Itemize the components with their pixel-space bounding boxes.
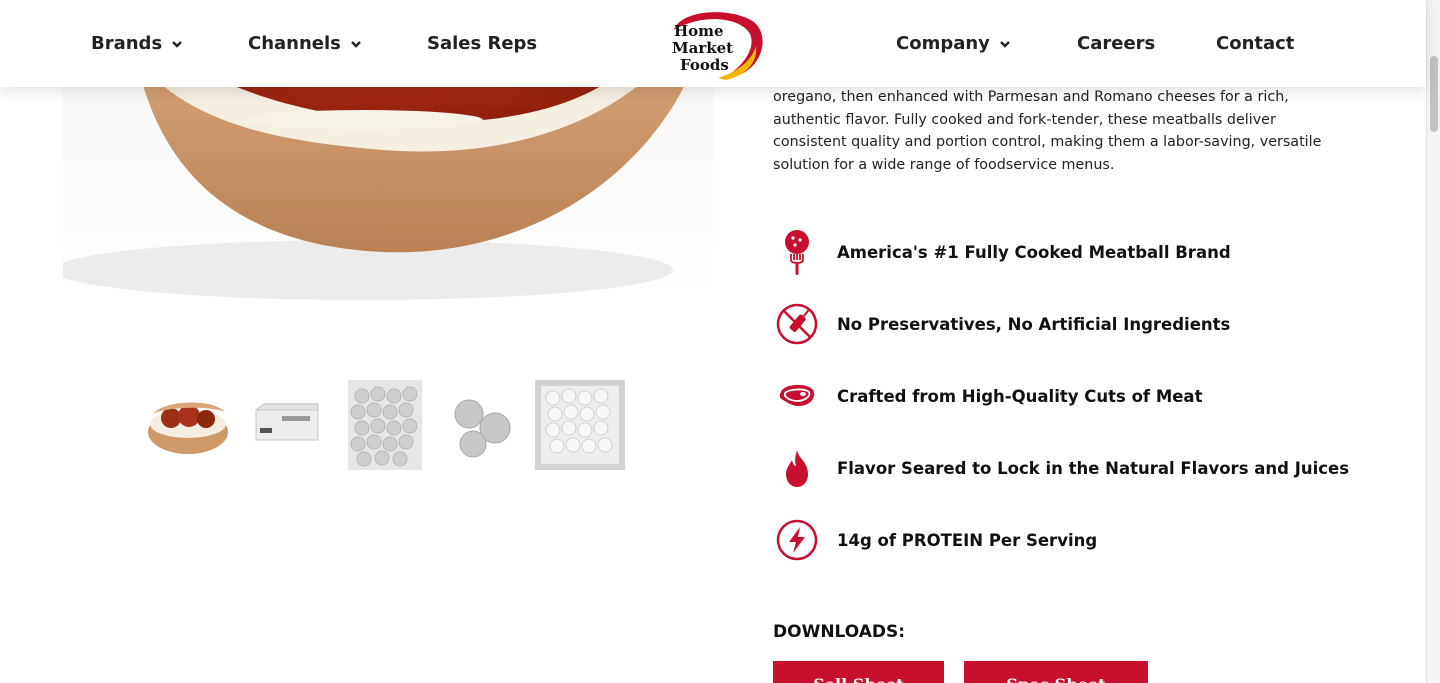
meatball-fork-icon — [773, 228, 821, 276]
feature-item: Crafted from High-Quality Cuts of Meat — [773, 371, 1373, 421]
nav-channels[interactable]: Channels — [248, 33, 363, 54]
downloads-heading: DOWNLOADS: — [773, 622, 906, 642]
nav-contact[interactable]: Contact — [1216, 33, 1294, 54]
logo-line-foods: Foods — [680, 56, 729, 74]
steak-icon — [773, 372, 821, 420]
no-preservatives-icon — [773, 300, 821, 348]
page-scrollbar[interactable] — [1426, 0, 1440, 683]
feature-item: No Preservatives, No Artificial Ingredie… — [773, 299, 1373, 349]
spec-sheet-label: Spec Sheet — [1006, 675, 1105, 683]
home-market-foods-logo[interactable]: Home Market Foods — [660, 8, 766, 80]
nav-company-label: Company — [896, 33, 990, 54]
thumbnail-meatballs-loose[interactable] — [437, 380, 527, 470]
nav-careers-label: Careers — [1077, 33, 1156, 54]
feature-item: America's #1 Fully Cooked Meatball Brand — [773, 227, 1373, 277]
feature-text: Flavor Seared to Lock in the Natural Fla… — [837, 458, 1350, 478]
spec-sheet-button[interactable]: Spec Sheet — [964, 661, 1148, 683]
nav-careers[interactable]: Careers — [1077, 33, 1155, 54]
flame-icon — [773, 444, 821, 492]
feature-text: America's #1 Fully Cooked Meatball Brand — [837, 242, 1231, 262]
nav-company[interactable]: Company — [896, 33, 1012, 54]
thumbnail-meatballs-case[interactable] — [535, 380, 625, 470]
thumbnail-sandwich[interactable] — [143, 380, 233, 470]
feature-item: Flavor Seared to Lock in the Natural Fla… — [773, 443, 1373, 493]
scrollbar-thumb[interactable] — [1430, 56, 1438, 132]
logo-line-home: Home — [674, 22, 724, 40]
site-header: Brands Channels Sales Reps Home Market F… — [0, 0, 1426, 87]
nav-channels-label: Channels — [248, 33, 341, 54]
sell-sheet-button[interactable]: Sell Sheet — [773, 661, 944, 683]
feature-text: Crafted from High-Quality Cuts of Meat — [837, 386, 1203, 406]
product-description: oregano, then enhanced with Parmesan and… — [773, 89, 1322, 173]
nav-sales-reps-label: Sales Reps — [427, 33, 538, 54]
chevron-down-icon — [1000, 40, 1010, 48]
lightning-bolt-icon — [773, 516, 821, 564]
nav-sales-reps[interactable]: Sales Reps — [427, 33, 537, 54]
nav-brands-label: Brands — [91, 33, 163, 54]
feature-text: 14g of PROTEIN Per Serving — [837, 530, 1098, 550]
chevron-down-icon — [172, 40, 183, 48]
feature-item: 14g of PROTEIN Per Serving — [773, 515, 1373, 565]
thumbnail-meatballs-bag[interactable] — [340, 380, 430, 470]
sell-sheet-label: Sell Sheet — [813, 675, 903, 683]
thumbnail-case-box[interactable] — [242, 380, 332, 470]
logo-line-market: Market — [672, 39, 733, 57]
chevron-down-icon — [351, 40, 361, 48]
feature-text: No Preservatives, No Artificial Ingredie… — [837, 314, 1231, 334]
nav-contact-label: Contact — [1216, 33, 1295, 54]
nav-brands[interactable]: Brands — [91, 33, 184, 54]
